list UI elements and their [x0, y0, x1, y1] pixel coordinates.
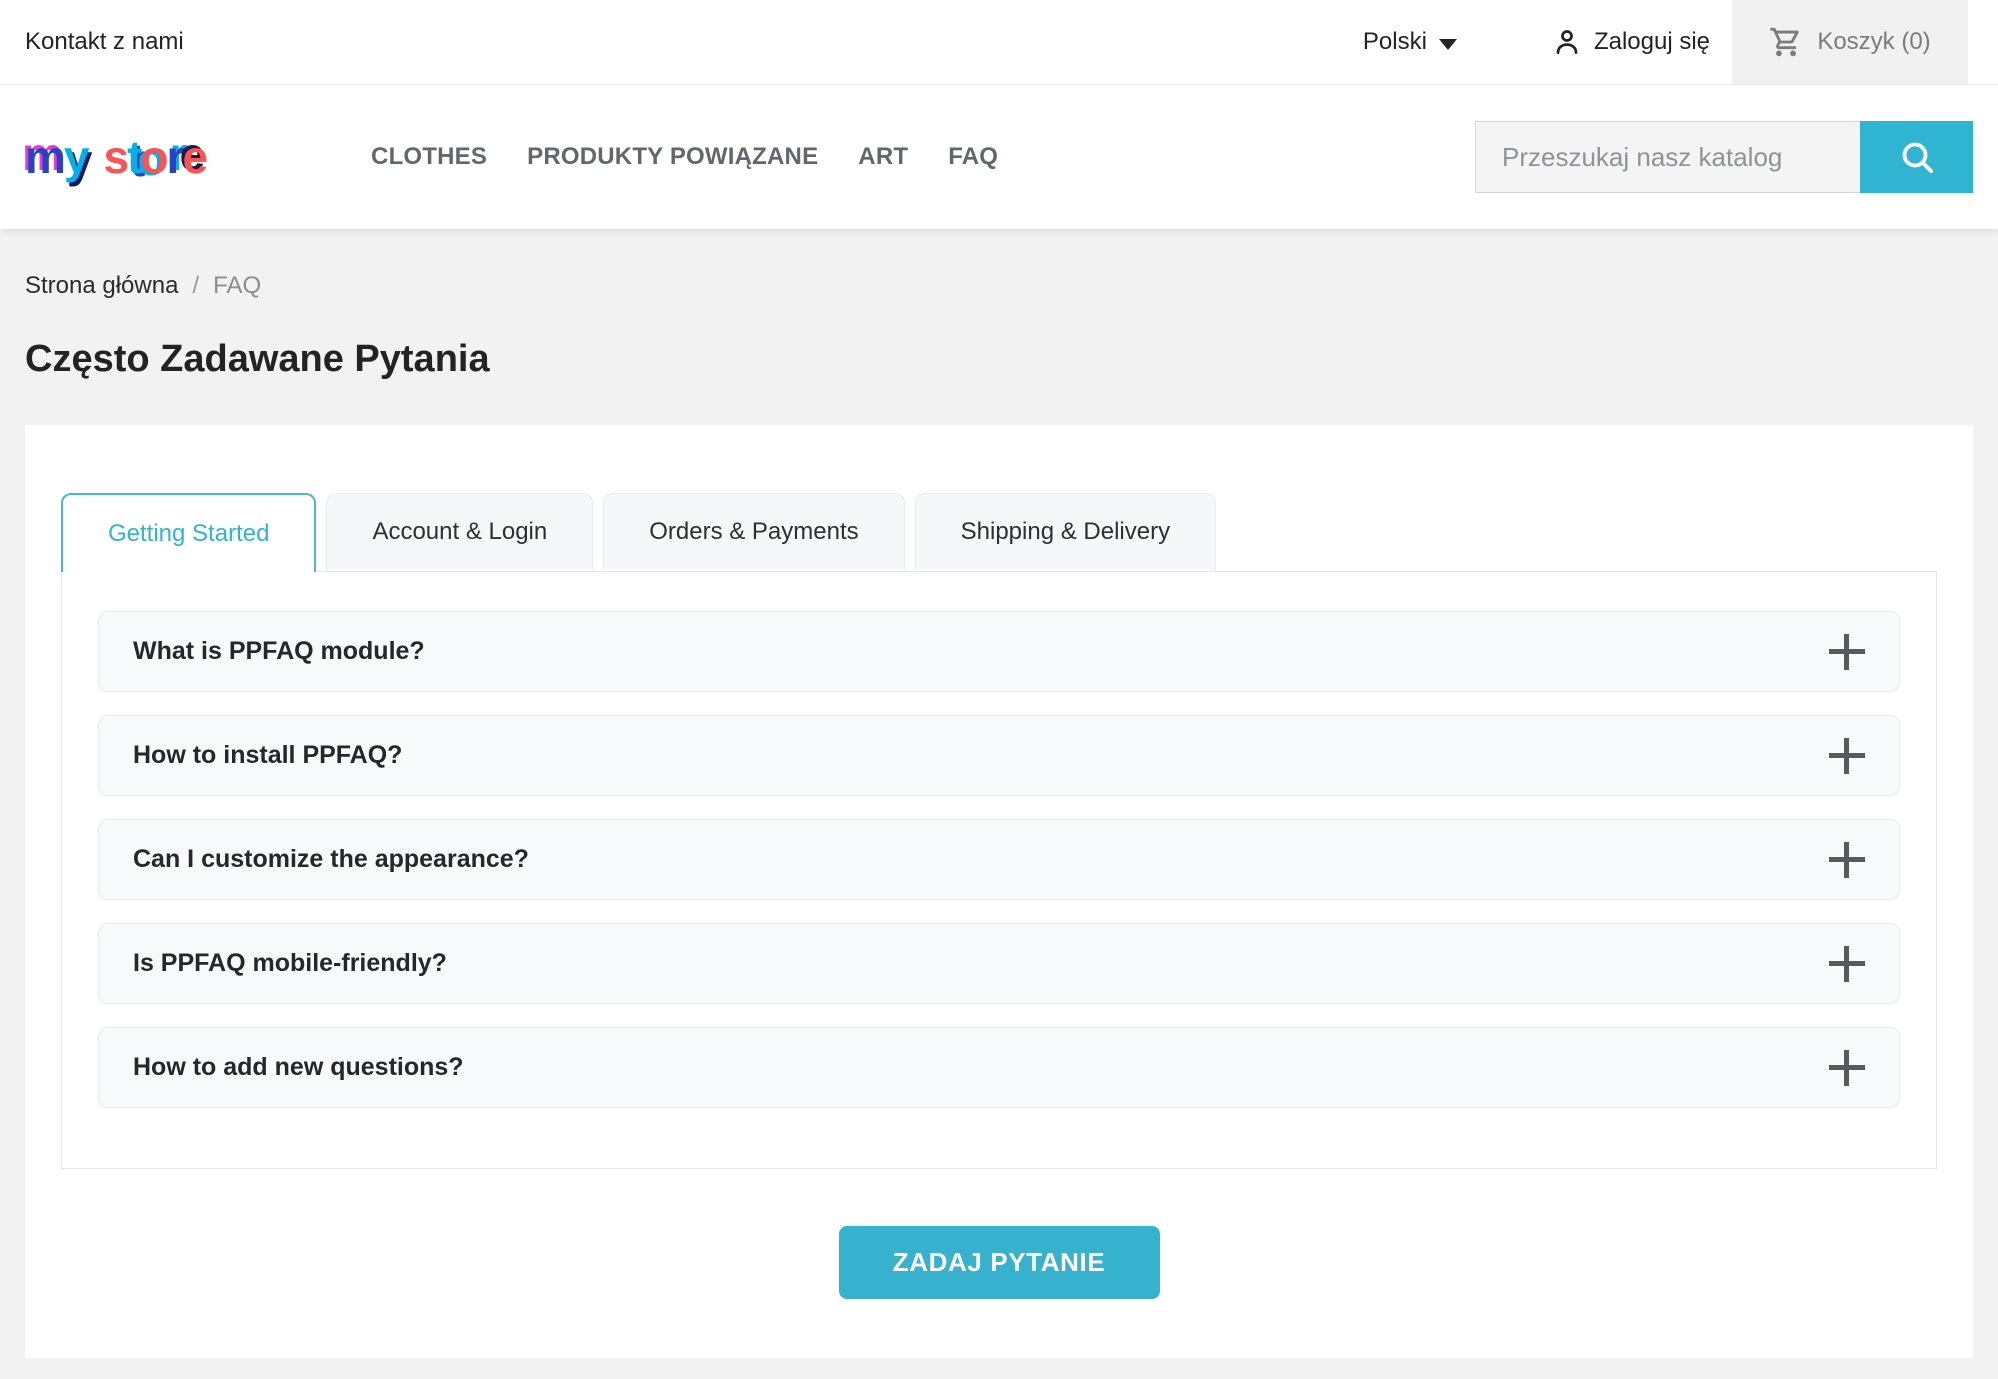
logo-letter: y — [64, 130, 88, 184]
breadcrumb-separator: / — [192, 272, 199, 299]
login-label: Zaloguj się — [1594, 28, 1710, 56]
main-header: mystore CLOTHES PRODUKTY POWIĄZANE ART F… — [0, 85, 1998, 229]
faq-question: Is PPFAQ mobile-friendly? — [133, 949, 447, 978]
nav-item-produkty-powiazane[interactable]: PRODUKTY POWIĄZANE — [527, 143, 818, 171]
nav-item-faq[interactable]: FAQ — [948, 143, 998, 171]
tab-getting-started[interactable]: Getting Started — [61, 493, 316, 572]
plus-icon — [1829, 946, 1865, 982]
chevron-down-icon — [1439, 39, 1457, 50]
search-button[interactable] — [1860, 121, 1973, 193]
ask-question-button[interactable]: ZADAJ PYTANIE — [839, 1226, 1160, 1299]
logo-letter: e — [182, 130, 206, 184]
faq-item[interactable]: What is PPFAQ module? — [98, 611, 1900, 692]
faq-question: How to add new questions? — [133, 1053, 464, 1082]
faq-item[interactable]: Is PPFAQ mobile-friendly? — [98, 923, 1900, 1004]
breadcrumb-current: FAQ — [213, 272, 261, 299]
logo-letter: o — [140, 130, 166, 184]
store-logo[interactable]: mystore — [25, 130, 206, 184]
tab-orders-payments[interactable]: Orders & Payments — [603, 493, 904, 570]
faq-tabs: Getting Started Account & Login Orders &… — [61, 493, 1937, 572]
cart-button[interactable]: Koszyk (0) — [1732, 0, 1968, 84]
tab-shipping-delivery[interactable]: Shipping & Delivery — [915, 493, 1216, 570]
faq-item[interactable]: Can I customize the appearance? — [98, 819, 1900, 900]
logo-letter: t — [127, 130, 140, 184]
faq-page: Kontakt z nami Polski Zaloguj się Koszyk… — [0, 0, 1998, 1379]
contact-link[interactable]: Kontakt z nami — [25, 28, 184, 56]
breadcrumb-home-link[interactable]: Strona główna — [25, 272, 178, 299]
faq-question: What is PPFAQ module? — [133, 637, 425, 666]
faq-panel: Getting Started Account & Login Orders &… — [25, 425, 1973, 1358]
faq-accordion: What is PPFAQ module? How to install PPF… — [61, 571, 1937, 1169]
cart-label: Koszyk (0) — [1817, 28, 1930, 56]
plus-icon — [1829, 634, 1865, 670]
search-box — [1475, 121, 1973, 193]
logo-letter: s — [104, 130, 128, 184]
faq-item[interactable]: How to add new questions? — [98, 1027, 1900, 1108]
login-link[interactable]: Zaloguj się — [1552, 27, 1710, 57]
language-label: Polski — [1363, 28, 1427, 56]
ask-question-row: ZADAJ PYTANIE — [61, 1226, 1937, 1299]
language-selector[interactable]: Polski — [1363, 28, 1457, 56]
page-title: Często Zadawane Pytania — [25, 335, 1973, 383]
logo-letter: m — [25, 130, 64, 184]
topbar-right: Polski Zaloguj się Koszyk (0) — [1363, 0, 1998, 84]
plus-icon — [1829, 738, 1865, 774]
nav-item-art[interactable]: ART — [858, 143, 908, 171]
breadcrumb: Strona główna / FAQ — [0, 229, 1998, 301]
topbar: Kontakt z nami Polski Zaloguj się Koszyk… — [0, 0, 1998, 85]
plus-icon — [1829, 842, 1865, 878]
logo-letter: r — [167, 130, 183, 184]
nav-item-clothes[interactable]: CLOTHES — [371, 143, 487, 171]
tab-account-login[interactable]: Account & Login — [326, 493, 593, 570]
search-input[interactable] — [1475, 121, 1860, 193]
user-icon — [1552, 27, 1582, 57]
main-nav: CLOTHES PRODUKTY POWIĄZANE ART FAQ — [371, 143, 998, 171]
plus-icon — [1829, 1050, 1865, 1086]
cart-icon — [1769, 25, 1803, 59]
faq-question: Can I customize the appearance? — [133, 845, 529, 874]
faq-question: How to install PPFAQ? — [133, 741, 402, 770]
search-icon — [1897, 137, 1937, 177]
faq-item[interactable]: How to install PPFAQ? — [98, 715, 1900, 796]
